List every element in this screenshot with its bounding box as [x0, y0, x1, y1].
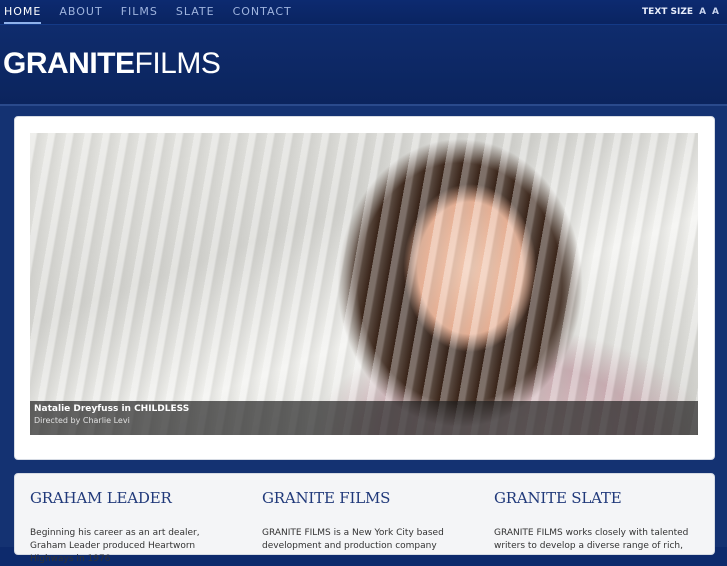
column-heading: GRANITE FILMS	[262, 489, 391, 507]
nav-home[interactable]: HOME	[0, 0, 50, 24]
site-logo[interactable]: GRANITEFILMS	[3, 47, 221, 81]
nav-about[interactable]: ABOUT	[50, 0, 111, 24]
caption-title: Natalie Dreyfuss in CHILDLESS	[34, 404, 190, 414]
logo-light-text: FILMS	[134, 47, 221, 80]
caption-subtitle: Directed by Charlie Levi	[34, 416, 130, 425]
top-nav-bar: HOME ABOUT FILMS SLATE CONTACT TEXT SIZE…	[0, 0, 727, 24]
text-size-label: TEXT SIZE	[642, 6, 694, 17]
column-granite-slate: GRANITE SLATE GRANITE FILMS works closel…	[494, 489, 694, 553]
column-graham-leader: GRAHAM LEADER Beginning his career as an…	[30, 489, 230, 566]
column-text: GRANITE FILMS is a New York City based d…	[262, 528, 444, 551]
nav-home-label: HOME	[4, 2, 42, 24]
nav-contact[interactable]: CONTACT	[224, 0, 301, 24]
photo-background-pattern	[30, 133, 698, 435]
text-size-larger-button[interactable]: A	[712, 1, 719, 24]
header: GRANITEFILMS	[0, 24, 727, 105]
feature-caption: Natalie Dreyfuss in CHILDLESS Directed b…	[30, 401, 698, 435]
column-heading: GRANITE SLATE	[494, 489, 622, 507]
text-size-control: TEXT SIZE A A	[642, 0, 719, 24]
text-size-smaller-button[interactable]: A	[699, 1, 706, 24]
column-granite-films: GRANITE FILMS GRANITE FILMS is a New Yor…	[262, 489, 462, 553]
column-text: Beginning his career as an art dealer, G…	[30, 528, 200, 564]
nav-films[interactable]: FILMS	[112, 0, 167, 24]
main-nav: HOME ABOUT FILMS SLATE CONTACT	[0, 0, 301, 24]
column-heading: GRAHAM LEADER	[30, 489, 172, 507]
column-text: GRANITE FILMS works closely with talente…	[494, 528, 689, 551]
feature-photo[interactable]	[30, 133, 698, 435]
nav-slate[interactable]: SLATE	[167, 0, 224, 24]
logo-bold-text: GRANITE	[3, 47, 135, 80]
